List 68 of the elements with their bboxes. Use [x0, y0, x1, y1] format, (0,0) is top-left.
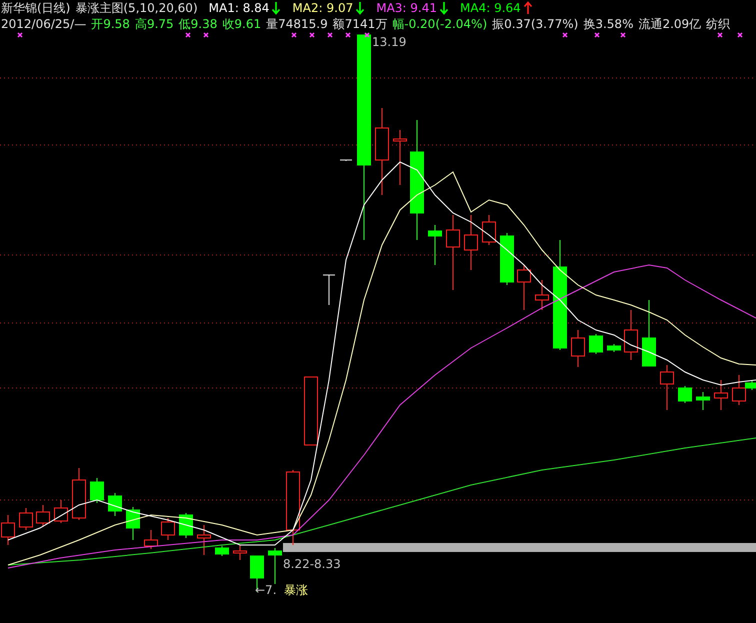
- cross-marker-icon: [737, 32, 743, 38]
- candlestick: [464, 214, 478, 270]
- candlestick: [428, 224, 442, 266]
- candlestick: [517, 264, 531, 310]
- low-price-label: ←7.: [255, 583, 277, 597]
- candlestick: [500, 232, 514, 286]
- candlestick: [197, 524, 211, 556]
- cross-marker-icon: [364, 32, 370, 38]
- quote-field: 幅-0.20(-2.04%): [392, 16, 488, 32]
- candlestick: [678, 386, 692, 404]
- candlestick: [72, 468, 86, 520]
- cross-marker-icon: [717, 32, 723, 38]
- signal-label: 暴涨: [284, 583, 308, 597]
- cross-marker-icon: [309, 32, 315, 38]
- quote-field: 收9.61: [222, 16, 262, 32]
- candlestick: [161, 518, 175, 540]
- quote-field: 量74815.9: [266, 16, 328, 32]
- candlestick: [482, 214, 496, 246]
- cross-marker-icon: [594, 32, 600, 38]
- cross-marker-icon: [327, 32, 333, 38]
- candlestick: [126, 506, 140, 540]
- cross-marker-icon: [203, 32, 209, 38]
- candlestick: [19, 508, 33, 530]
- high-price-label: 13.19: [372, 35, 406, 49]
- candlestick: [589, 334, 603, 354]
- candlestick: [179, 512, 193, 538]
- moving-average-value: MA1: 8.84: [208, 1, 270, 15]
- moving-average-value: MA4: 9.64: [460, 1, 521, 15]
- quote-field: 额7141万: [332, 16, 388, 32]
- sector-label: 纺织: [706, 16, 730, 32]
- candlestick: [54, 500, 68, 524]
- candlestick: [607, 344, 621, 352]
- candlestick: [393, 130, 407, 186]
- quote-field: 流通2.09亿: [638, 16, 702, 32]
- quote-field: 换3.58%: [583, 16, 634, 32]
- moving-average-value: MA2: 9.07: [292, 1, 354, 15]
- cross-marker-icon: [17, 32, 23, 38]
- candlestick: [571, 330, 585, 368]
- candlestick: [696, 392, 710, 410]
- candlestick: [535, 280, 549, 310]
- moving-average-value: MA3: 9.41: [376, 1, 438, 15]
- candlestick: [144, 530, 158, 550]
- candlestick: [108, 492, 122, 516]
- candlestick: [624, 310, 638, 360]
- candlestick: [215, 546, 229, 556]
- candlestick: [714, 380, 728, 410]
- price-range-label: 8.22-8.33: [283, 557, 341, 571]
- candlestick: [304, 376, 318, 446]
- candlestick: [340, 160, 352, 162]
- quote-field: 低9.38: [178, 16, 218, 32]
- indicator-name: 暴涨主图(5,10,20,60): [75, 0, 198, 16]
- candlestick: [36, 504, 50, 528]
- cross-marker-icon: [620, 32, 626, 38]
- cross-marker-icon: [345, 32, 351, 38]
- candlestick: [642, 300, 656, 366]
- candlestick: [660, 364, 674, 410]
- stock-title: 新华锦(日线): [1, 0, 70, 16]
- candlestick: [233, 544, 247, 560]
- cross-marker-icon: [185, 32, 191, 38]
- candlestick: [268, 548, 282, 584]
- quote-field: 开9.58: [91, 16, 130, 32]
- quote-field: 振0.37(3.77%): [492, 16, 578, 32]
- cross-marker-icon: [562, 32, 568, 38]
- quote-field: 高9.75: [134, 16, 174, 32]
- quote-date: 2012/06/25/—: [1, 17, 86, 31]
- candlestick: [90, 478, 104, 504]
- cross-marker-icon: [291, 32, 297, 38]
- candlestick: [322, 274, 336, 306]
